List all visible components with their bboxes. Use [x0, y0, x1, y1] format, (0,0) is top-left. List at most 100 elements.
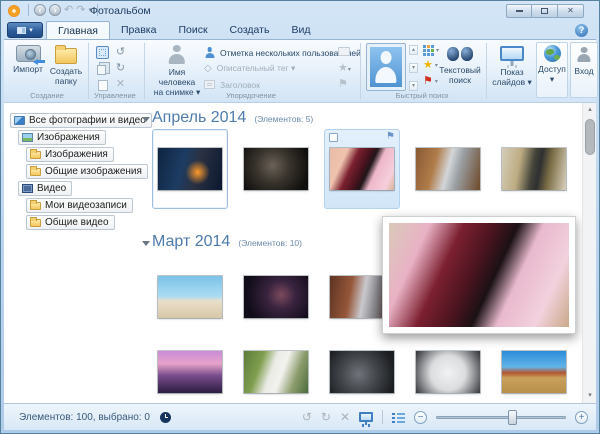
chevron-down-icon: ▾	[29, 26, 33, 34]
share-button[interactable]: Доступ ▾	[536, 42, 568, 98]
photo-boat	[502, 351, 566, 393]
thumbnail-soldier[interactable]	[238, 129, 314, 209]
flag-gray-icon[interactable]: ⚑	[338, 77, 348, 90]
descriptive-tag-button[interactable]: ◇ Описательный тег ▾	[204, 62, 295, 75]
sidebar-item-pictures[interactable]: Изображения	[18, 130, 106, 145]
undo-icon[interactable]: ↶	[64, 4, 73, 16]
zoom-out-button[interactable]: −	[414, 411, 427, 424]
sign-in-button[interactable]: Вход	[570, 42, 598, 98]
thumbnail-night-city[interactable]	[152, 129, 228, 209]
forward-icon[interactable]: ›	[49, 4, 61, 16]
thumbnail-old-tv[interactable]	[496, 129, 572, 209]
projector-screen-icon	[500, 46, 524, 61]
rotate-left-icon[interactable]: ↺	[114, 46, 127, 59]
tab-edit[interactable]: Правка	[110, 21, 167, 39]
sidebar-item-label: Мои видеозаписи	[45, 200, 127, 211]
collapse-triangle-icon[interactable]	[142, 241, 150, 246]
window-title: Фотоальбом	[90, 5, 151, 17]
photo-soldier	[244, 148, 308, 190]
thumbnail-tiger[interactable]	[410, 129, 486, 209]
delete-icon[interactable]: ✕	[340, 410, 350, 424]
zoom-slider-thumb[interactable]	[508, 410, 517, 425]
people-quick-search-button[interactable]	[366, 43, 406, 91]
geotag-icon[interactable]	[338, 47, 350, 56]
sign-in-label: Вход	[574, 66, 593, 76]
caption-label: Заголовок	[220, 80, 260, 90]
copy-icon[interactable]	[96, 62, 109, 75]
sidebar-item-all-media[interactable]: Все фотографии и видео	[10, 113, 152, 128]
thumbnail-sunset-beach[interactable]	[152, 343, 228, 401]
group-header-april[interactable]: Апрель 2014 (Элементов: 5)	[152, 109, 313, 127]
slideshow-button[interactable]: Показ слайдов ▾	[490, 42, 534, 87]
caption-button[interactable]: Заголовок	[204, 78, 260, 91]
sidebar-item-my-videos[interactable]: Мои видеозаписи	[26, 198, 133, 213]
photo-gallery-window: ‹ › ↶ ↷ ▾ Фотоальбом ✕ ▾ Главная Правка …	[0, 0, 600, 434]
close-button[interactable]: ✕	[558, 4, 584, 18]
scrollbar-thumb[interactable]	[585, 119, 595, 155]
thumbnail-beach-woman[interactable]	[152, 257, 228, 337]
caption-icon	[204, 80, 215, 89]
share-label: Доступ	[538, 64, 566, 74]
scroll-up-icon[interactable]: ▴	[583, 103, 597, 117]
thumbnail-white-cat[interactable]	[410, 343, 486, 401]
redo-icon[interactable]: ↷	[76, 4, 85, 16]
zoom-in-button[interactable]: +	[575, 411, 588, 424]
tab-create[interactable]: Создать	[219, 21, 281, 39]
tag-filter-button[interactable]: ▾	[423, 45, 439, 56]
thumbnail-gray-cat[interactable]	[324, 343, 400, 401]
maximize-button[interactable]	[532, 4, 558, 18]
thumbnail-woman-couch-hovered[interactable]: ⚑	[324, 129, 400, 209]
rotate-right-icon[interactable]: ↻	[321, 410, 331, 424]
more-icon[interactable]: ▾	[409, 81, 418, 91]
folder-icon	[30, 202, 41, 210]
close-icon: ✕	[567, 6, 574, 15]
group-header-march[interactable]: Март 2014 (Элементов: 10)	[152, 233, 302, 251]
rotate-left-icon[interactable]: ↺	[302, 410, 312, 424]
vertical-scrollbar[interactable]: ▴ ▾	[582, 103, 596, 403]
sidebar-item-label: Видео	[37, 183, 66, 194]
scroll-down-icon[interactable]: ▾	[409, 63, 418, 73]
tab-view[interactable]: Вид	[280, 21, 321, 39]
back-icon[interactable]: ‹	[34, 4, 46, 16]
import-button[interactable]: Импорт	[10, 42, 46, 74]
sidebar-item-public-videos[interactable]: Общие видео	[26, 215, 115, 230]
scroll-down-icon[interactable]: ▾	[583, 389, 597, 403]
thumbnail-galaxy[interactable]	[238, 257, 314, 337]
thumbnail-boat[interactable]	[496, 343, 572, 401]
flag-icon[interactable]: ⚑	[386, 131, 395, 142]
minimize-button[interactable]	[506, 4, 532, 18]
photo-woman-couch	[330, 148, 394, 190]
zoom-slider-track[interactable]	[436, 416, 566, 419]
slideshow-label-2: слайдов ▾	[492, 77, 532, 87]
tab-home[interactable]: Главная	[46, 21, 110, 39]
preview-image	[389, 223, 569, 327]
person-name-label-1: Имя человека	[152, 67, 202, 87]
zoom-slider[interactable]	[436, 410, 566, 425]
view-details-icon[interactable]	[392, 412, 405, 423]
app-icon	[8, 5, 20, 17]
group-label-creation: Создание	[8, 91, 86, 100]
text-search-button[interactable]: Текстовый поиск	[438, 42, 482, 85]
thumbnail-checkbox[interactable]	[329, 133, 338, 142]
sidebar-item-public-pictures[interactable]: Общие изображения	[26, 164, 148, 179]
sidebar-item-video[interactable]: Видео	[18, 181, 72, 196]
divider	[28, 4, 29, 16]
slideshow-icon[interactable]	[359, 412, 373, 422]
scroll-up-icon[interactable]: ▴	[409, 45, 418, 55]
collapse-triangle-icon[interactable]	[142, 117, 150, 122]
help-icon[interactable]: ?	[575, 24, 588, 37]
delete-icon[interactable]: ✕	[114, 78, 127, 91]
photo-sunset-beach	[158, 351, 222, 393]
rating-filter-button[interactable]: ★ ▾	[423, 60, 438, 71]
paste-icon[interactable]	[96, 78, 109, 91]
tab-find[interactable]: Поиск	[167, 21, 218, 39]
sidebar-item-pictures-folder[interactable]: Изображения	[26, 147, 114, 162]
select-all-icon[interactable]	[96, 46, 109, 59]
flag-filter-button[interactable]: ⚑ ▾	[423, 76, 438, 87]
person-name-button[interactable]: Имя человека на снимке ▾	[152, 42, 202, 97]
rotate-right-icon[interactable]: ↻	[114, 62, 127, 75]
file-menu-button[interactable]: ▾	[7, 22, 43, 38]
thumbnail-book-bench[interactable]	[238, 343, 314, 401]
create-folder-button[interactable]: Создать папку	[48, 42, 84, 86]
rating-star-icon[interactable]: ★▾	[338, 61, 351, 74]
